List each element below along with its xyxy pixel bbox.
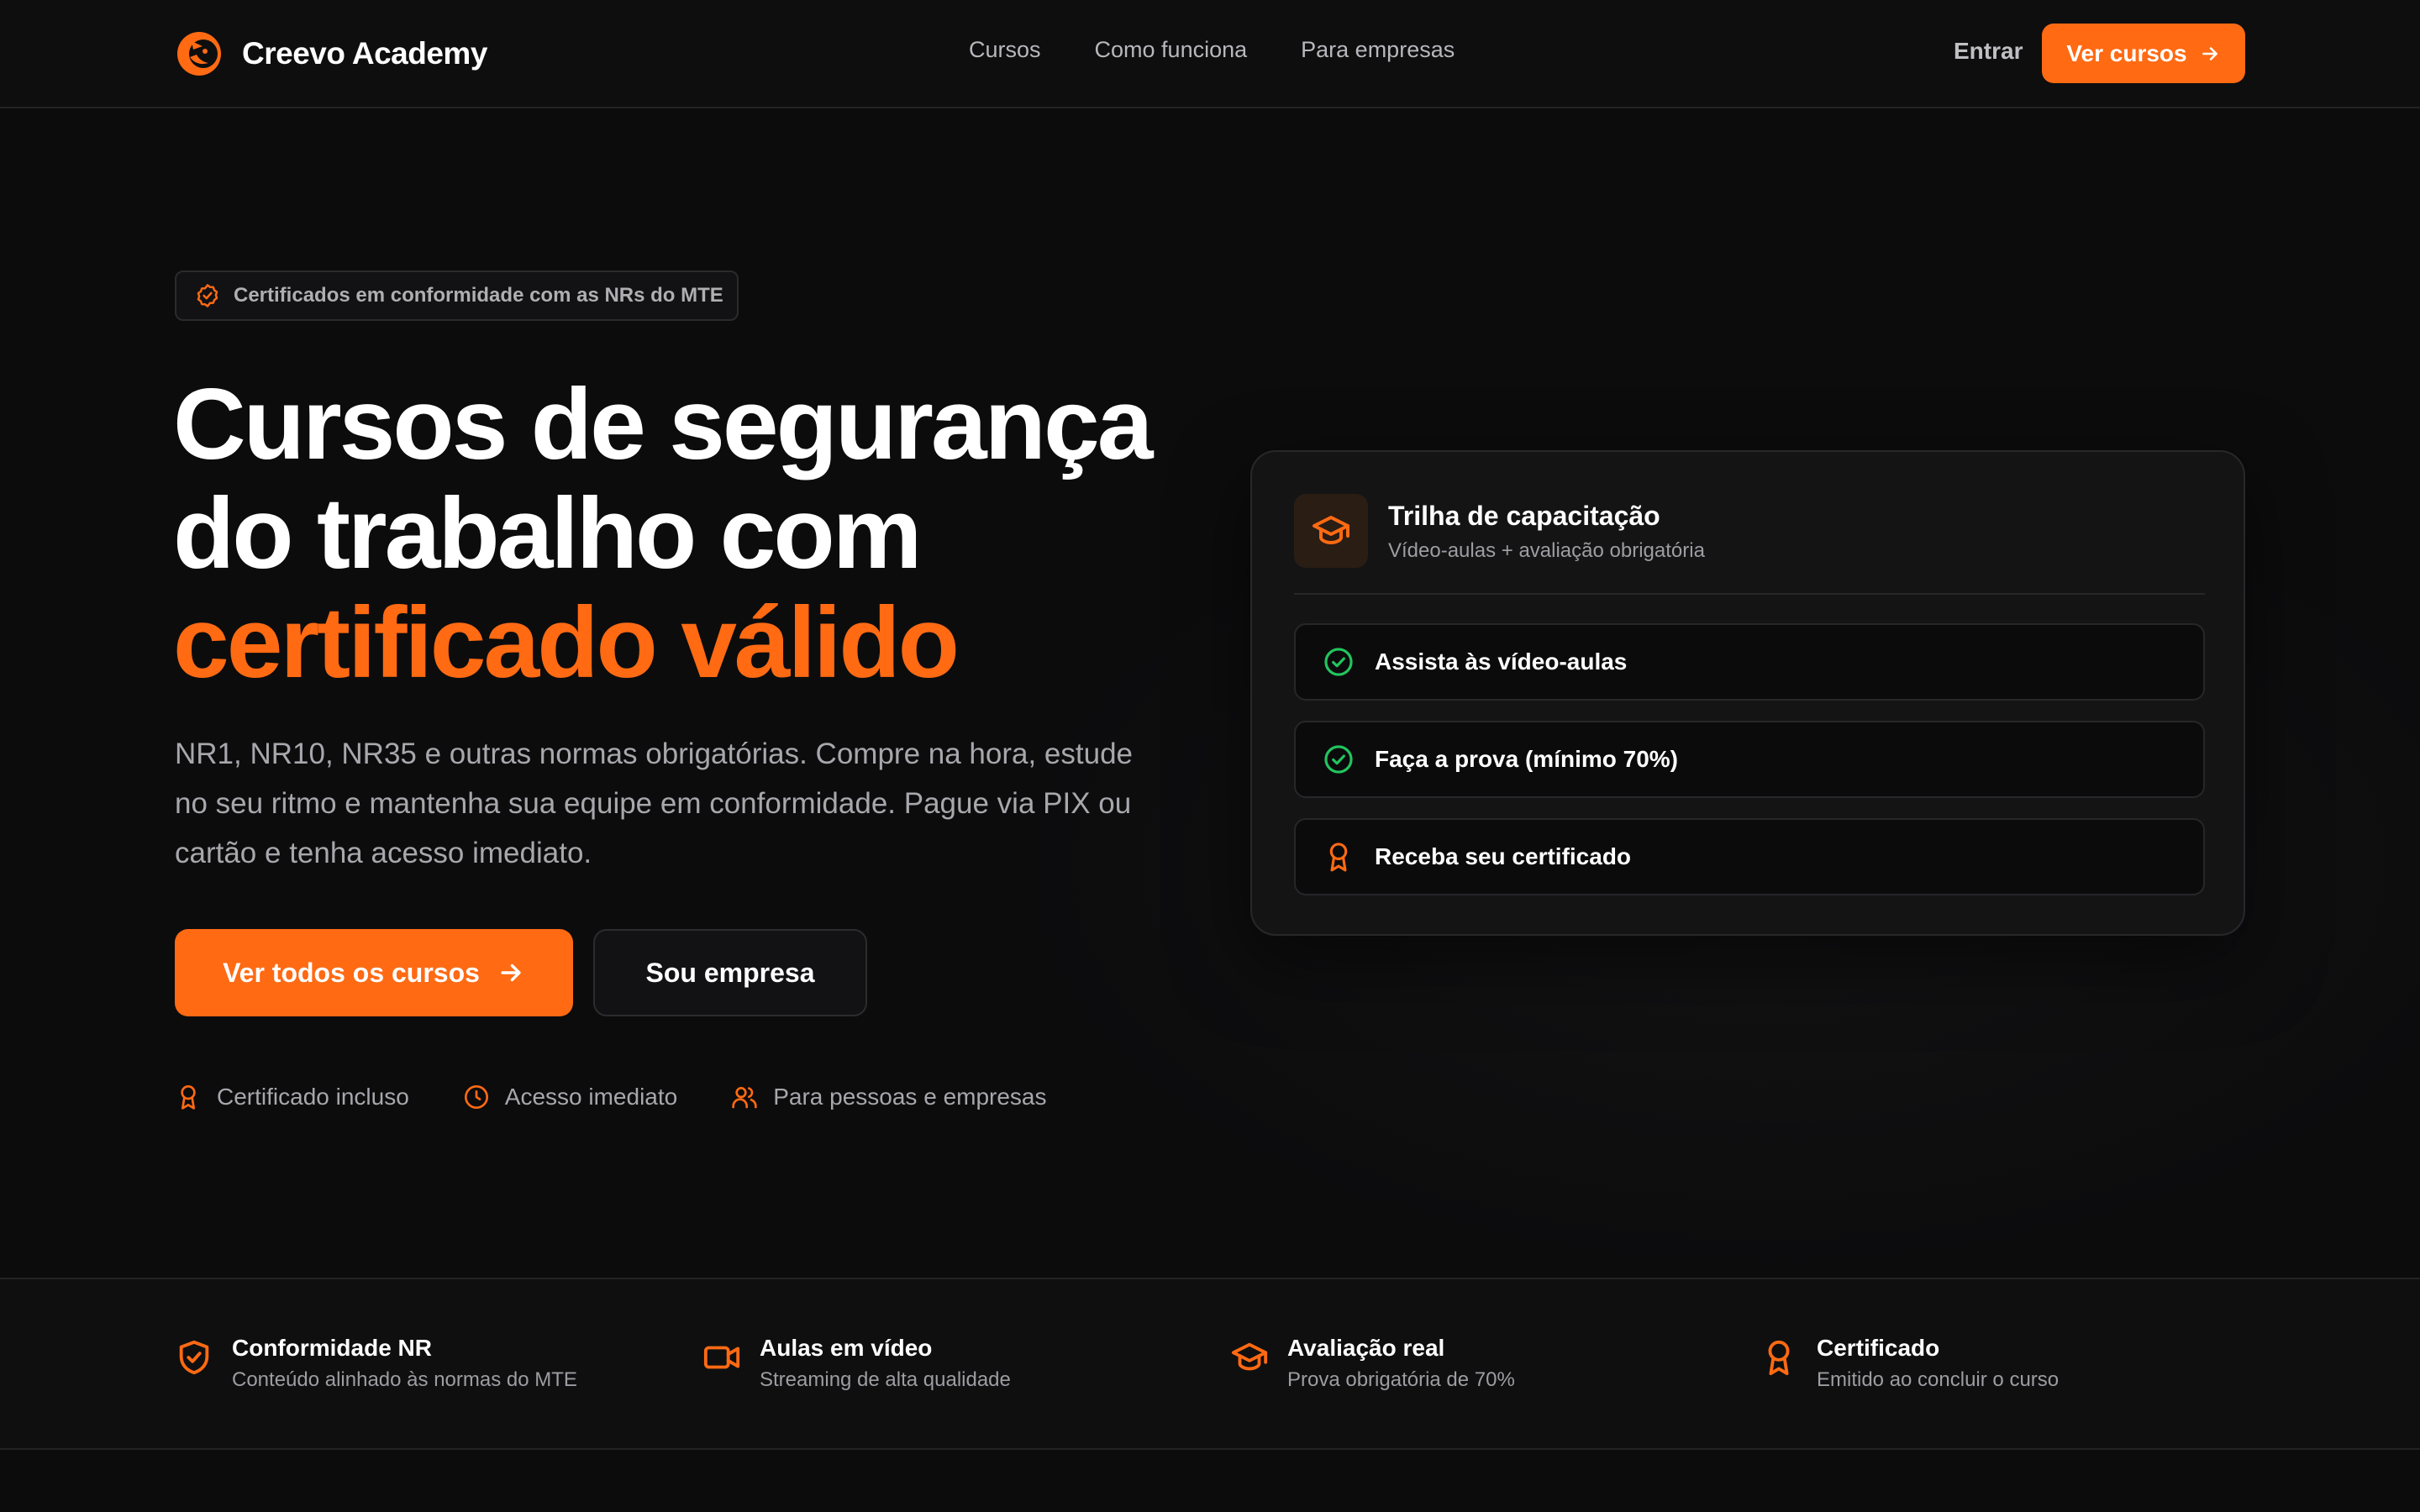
feature-description: Emitido ao concluir o curso bbox=[1817, 1368, 2060, 1391]
next-section-start bbox=[0, 1452, 2420, 1512]
compliance-badge: Certificados em conformidade com as NRs … bbox=[175, 270, 739, 321]
compliance-badge-text: Certificados em conformidade com as NRs … bbox=[234, 284, 723, 307]
view-all-courses-button[interactable]: Ver todos os cursos bbox=[175, 929, 573, 1016]
page: Creevo Academy Cursos Como funciona Para… bbox=[0, 0, 2420, 1512]
shield-check-icon bbox=[179, 1340, 209, 1375]
view-courses-button-label: Ver cursos bbox=[2066, 39, 2187, 66]
perk-people-companies: Para pessoas e empresas bbox=[731, 1084, 1047, 1110]
award-icon bbox=[181, 1085, 196, 1110]
graduation-cap-icon bbox=[1231, 1342, 1268, 1371]
arrow-right-icon bbox=[501, 963, 521, 982]
feature-certificate: Certificado Emitido ao concluir o curso bbox=[1760, 1335, 2059, 1392]
training-path-card: Trilha de capacitação Vídeo-aulas + aval… bbox=[1250, 450, 2245, 936]
nav-link-como-funciona[interactable]: Como funciona bbox=[1095, 37, 1248, 63]
card-title: Trilha de capacitação bbox=[1388, 501, 1660, 531]
feature-title: Aulas em vídeo bbox=[760, 1335, 933, 1361]
check-circle-icon bbox=[1324, 648, 1353, 676]
clock-icon bbox=[464, 1085, 488, 1109]
users-icon bbox=[732, 1087, 757, 1109]
headline-line-1: Cursos de segurança bbox=[173, 368, 1153, 480]
feature-description: Prova obrigatória de 70% bbox=[1287, 1368, 1515, 1391]
hero-perks: Certificado incluso Acesso imediato Para… bbox=[175, 1084, 1047, 1110]
main-nav: Cursos Como funciona Para empresas bbox=[969, 37, 1455, 63]
step-label: Faça a prova (mínimo 70%) bbox=[1375, 746, 1679, 772]
login-link[interactable]: Entrar bbox=[1954, 38, 2023, 65]
nav-link-cursos[interactable]: Cursos bbox=[969, 37, 1041, 63]
perk-label: Certificado incluso bbox=[217, 1084, 409, 1110]
feature-title: Avaliação real bbox=[1287, 1335, 1445, 1361]
card-icon-tile bbox=[1294, 494, 1368, 568]
hero-description: NR1, NR10, NR35 e outras normas obrigató… bbox=[175, 738, 1133, 869]
nav-link-para-empresas[interactable]: Para empresas bbox=[1301, 37, 1455, 63]
features-strip: Conformidade NR Conteúdo alinhado às nor… bbox=[0, 1278, 2420, 1450]
creevo-logo-icon bbox=[177, 32, 221, 76]
brand-name: Creevo Academy bbox=[242, 36, 487, 71]
feature-description: Streaming de alta qualidade bbox=[760, 1368, 1011, 1391]
perk-certificate: Certificado incluso bbox=[175, 1084, 409, 1110]
top-navigation-bar: Creevo Academy Cursos Como funciona Para… bbox=[0, 0, 2420, 108]
view-all-courses-label: Ver todos os cursos bbox=[223, 957, 480, 988]
check-circle-icon bbox=[1324, 745, 1353, 774]
arrow-right-icon bbox=[2202, 46, 2217, 60]
perk-label: Acesso imediato bbox=[504, 1084, 678, 1110]
card-subtitle: Vídeo-aulas + avaliação obrigatória bbox=[1388, 539, 1705, 562]
headline-accent: certificado válido bbox=[173, 586, 960, 699]
award-icon bbox=[1329, 843, 1348, 872]
feature-real-assessment: Avaliação real Prova obrigatória de 70% bbox=[1230, 1335, 1515, 1392]
perk-label: Para pessoas e empresas bbox=[773, 1084, 1047, 1110]
feature-nr-compliance: Conformidade NR Conteúdo alinhado às nor… bbox=[175, 1335, 577, 1392]
feature-description: Conteúdo alinhado às normas do MTE bbox=[232, 1368, 577, 1391]
step-label: Assista às vídeo-aulas bbox=[1375, 648, 1628, 675]
hero-headline: Cursos de segurança do trabalho com cert… bbox=[173, 370, 1232, 697]
feature-title: Conformidade NR bbox=[232, 1335, 432, 1361]
card-divider bbox=[1294, 593, 2205, 595]
badge-check-icon bbox=[197, 284, 218, 307]
graduation-cap-icon bbox=[1313, 516, 1349, 544]
company-button-label: Sou empresa bbox=[645, 957, 815, 988]
video-icon bbox=[703, 1346, 740, 1369]
headline-line-2: do trabalho com bbox=[173, 477, 922, 590]
step-take-exam[interactable]: Faça a prova (mínimo 70%) bbox=[1294, 721, 2205, 798]
step-label: Receba seu certificado bbox=[1375, 843, 1632, 869]
brand-logo-link[interactable]: Creevo Academy bbox=[175, 29, 487, 79]
award-icon bbox=[1768, 1340, 1790, 1376]
feature-title: Certificado bbox=[1817, 1335, 1940, 1361]
company-button[interactable]: Sou empresa bbox=[593, 929, 867, 1016]
step-get-certificate[interactable]: Receba seu certificado bbox=[1294, 818, 2205, 895]
perk-instant-access: Acesso imediato bbox=[463, 1084, 677, 1110]
step-watch-videos[interactable]: Assista às vídeo-aulas bbox=[1294, 623, 2205, 701]
view-courses-button[interactable]: Ver cursos bbox=[2042, 24, 2245, 83]
feature-video-classes: Aulas em vídeo Streaming de alta qualida… bbox=[702, 1335, 1011, 1392]
